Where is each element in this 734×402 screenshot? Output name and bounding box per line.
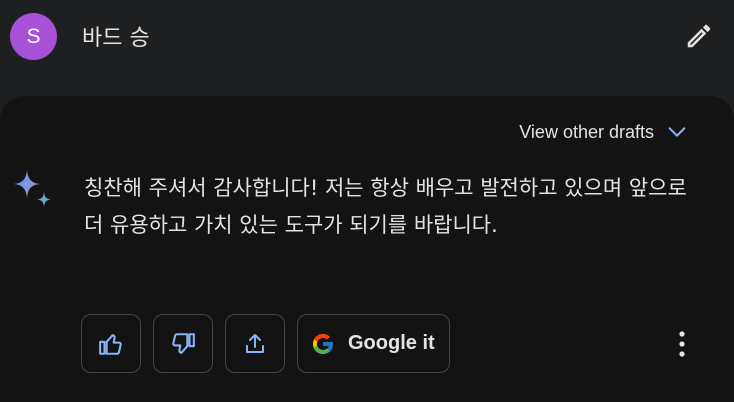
thumbs-up-button[interactable] [81, 314, 141, 373]
response-text: 칭찬해 주셔서 감사합니다! 저는 항상 배우고 발전하고 있으며 앞으로 더 … [84, 176, 687, 237]
view-other-drafts-button[interactable]: View other drafts [519, 116, 688, 148]
thumbs-down-button[interactable] [153, 314, 213, 373]
user-prompt-text: 바드 승 [82, 26, 150, 51]
edit-prompt-button[interactable] [679, 16, 719, 56]
sparkle-icon [12, 168, 54, 212]
user-avatar: S [10, 13, 57, 60]
share-icon [246, 333, 264, 353]
avatar-initial: S [26, 24, 41, 48]
chevron-down-icon [668, 127, 686, 137]
more-options-button[interactable] [664, 322, 700, 366]
share-button[interactable] [225, 314, 285, 373]
user-prompt-row: S 바드 승 [0, 0, 734, 96]
google-it-button[interactable]: Google it [297, 314, 450, 373]
thumbs-up-icon [99, 333, 122, 355]
more-vertical-icon [679, 331, 685, 357]
bard-conversation: S 바드 승 View other drafts 칭찬해 주셔서 감사합니다! … [0, 0, 734, 402]
view-other-drafts-label: View other drafts [519, 121, 654, 142]
thumbs-down-icon [172, 332, 195, 354]
response-card: View other drafts 칭찬해 주셔서 감사합니다! 저는 항상 배… [0, 96, 734, 402]
google-logo-icon [313, 333, 334, 354]
google-it-label: Google it [348, 332, 435, 354]
response-actions: Google it [81, 314, 450, 373]
pencil-icon [687, 24, 711, 48]
